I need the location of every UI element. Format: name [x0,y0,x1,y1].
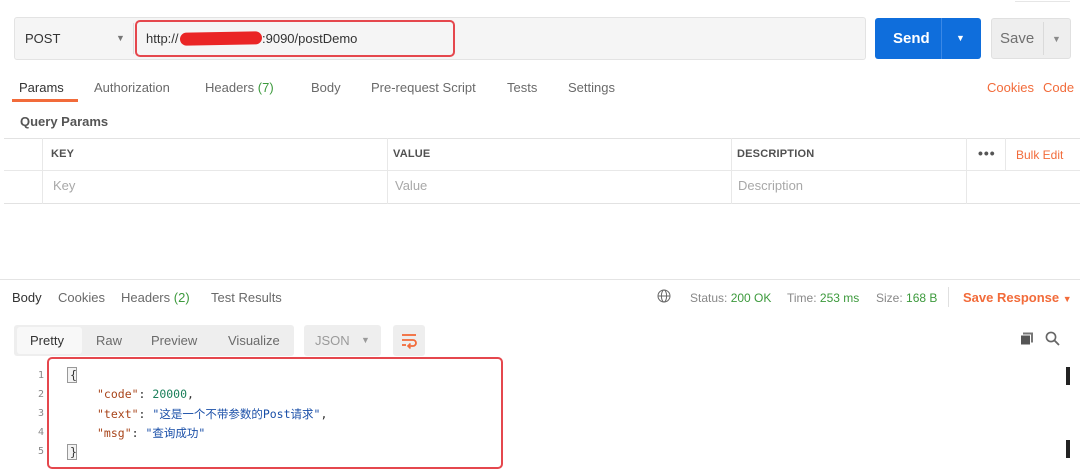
bulk-edit-link[interactable]: Bulk Edit [1016,148,1063,162]
chevron-down-icon[interactable]: ▼ [361,335,370,345]
save-options-chevron-icon[interactable]: ▼ [1052,34,1061,44]
key-input[interactable]: Key [53,178,75,193]
tab-authorization[interactable]: Authorization [94,80,170,95]
send-options-chevron-icon[interactable]: ▼ [956,33,965,43]
table-col-divider [387,138,388,204]
active-tab-underline [12,99,78,102]
status-readout: Status: 200 OK [690,291,771,305]
send-button-label[interactable]: Send [893,30,930,47]
params-table [4,138,1080,204]
column-header-description: DESCRIPTION [737,148,815,160]
table-col-divider [731,138,732,204]
tab-response-headers[interactable]: Headers (2) [121,290,190,305]
method-divider [133,23,134,54]
line-number: 4 [38,427,45,438]
view-visualize-button[interactable]: Visualize [228,333,280,348]
status-label: Status: [690,291,728,305]
table-col-divider [966,138,967,204]
view-pretty-button[interactable]: Pretty [30,333,64,348]
line-number: 3 [38,408,45,419]
value-input[interactable]: Value [395,178,427,193]
size-readout: Size: 168 B [876,291,937,305]
table-col-divider [42,138,43,204]
time-label: Time: [787,291,817,305]
globe-icon[interactable] [657,289,671,303]
column-header-value: VALUE [393,148,431,160]
size-value[interactable]: 168 B [906,291,937,305]
view-raw-button[interactable]: Raw [96,333,122,348]
tab-headers-label: Headers [205,80,255,95]
tab-response-cookies[interactable]: Cookies [58,290,105,305]
chevron-down-icon[interactable]: ▼ [116,33,125,43]
save-button-label[interactable]: Save [1000,30,1034,47]
tab-response-headers-count: (2) [173,290,190,305]
time-readout: Time: 253 ms [787,291,859,305]
tab-tests[interactable]: Tests [507,80,537,95]
time-value[interactable]: 253 ms [820,291,859,305]
table-row-divider [4,170,1080,171]
format-select-label[interactable]: JSON [315,333,350,348]
method-select[interactable]: POST [25,31,60,46]
view-preview-button[interactable]: Preview [151,333,197,348]
code-link[interactable]: Code [1043,80,1074,95]
line-number: 2 [38,389,45,400]
status-divider [948,287,949,307]
scrollbar-marker[interactable] [1066,440,1070,458]
tab-headers[interactable]: Headers (7) [205,80,274,95]
response-highlight-box [47,357,503,469]
url-highlight-box [135,20,455,57]
line-number: 5 [38,446,45,457]
tab-params[interactable]: Params [19,80,64,95]
search-icon[interactable] [1045,331,1060,346]
column-header-key: KEY [51,148,75,160]
tab-headers-count: (7) [257,80,274,95]
scrollbar-marker[interactable] [1066,367,1070,385]
tab-settings[interactable]: Settings [568,80,615,95]
wrap-lines-icon[interactable] [400,331,418,349]
table-col-divider [1005,138,1006,170]
save-response-label: Save Response [963,290,1060,305]
copy-icon[interactable] [1020,332,1034,346]
query-params-title: Query Params [20,114,109,129]
window-top-edge [1015,0,1070,2]
send-split-divider [941,18,942,59]
tab-prerequest-script[interactable]: Pre-request Script [371,80,476,95]
save-response-button[interactable]: Save Response ▼ [963,290,1072,305]
tab-test-results[interactable]: Test Results [211,290,282,305]
size-label: Size: [876,291,903,305]
tab-response-headers-label: Headers [121,290,171,305]
tab-body[interactable]: Body [311,80,341,95]
chevron-down-icon: ▼ [1062,294,1072,304]
save-split-divider [1043,22,1044,55]
cookies-link[interactable]: Cookies [987,80,1034,95]
tab-response-body[interactable]: Body [12,290,42,305]
more-options-icon[interactable]: ••• [978,145,996,161]
response-pane-divider [0,279,1080,280]
status-value[interactable]: 200 OK [731,291,772,305]
line-number: 1 [38,370,45,381]
description-input[interactable]: Description [738,178,803,193]
